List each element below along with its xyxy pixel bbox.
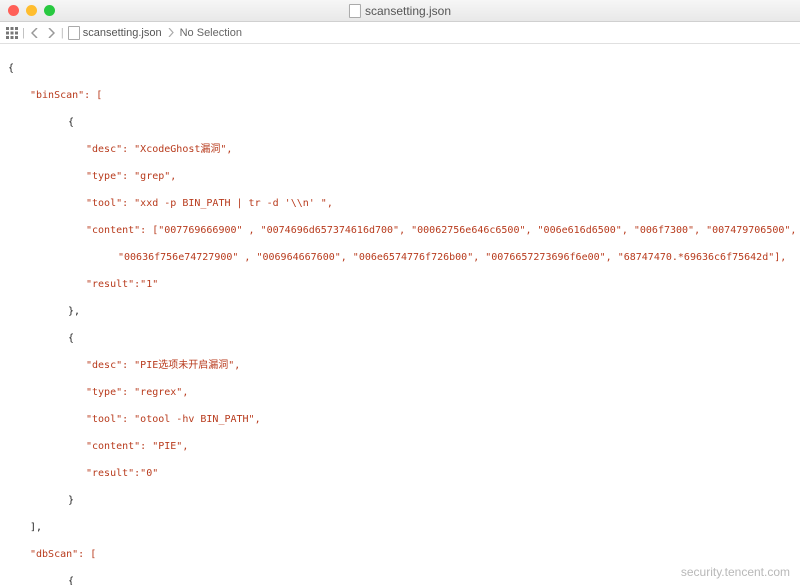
code-line: "content": "PIE", (8, 440, 792, 454)
code-line: "type": "regrex", (8, 386, 792, 400)
code-line: { (8, 62, 792, 76)
nav-back-icon[interactable] (29, 28, 41, 38)
window-title: scansetting.json (349, 4, 451, 18)
code-editor[interactable]: { "binScan": [ { "desc": "XcodeGhost漏洞",… (0, 44, 800, 585)
document-icon (349, 4, 361, 18)
code-line: "result":"1" (8, 278, 792, 292)
window-traffic-lights (8, 5, 55, 16)
jump-bar: | | scansetting.json No Selection (0, 22, 800, 44)
window-titlebar: scansetting.json (0, 0, 800, 22)
code-line: { (8, 116, 792, 130)
nav-forward-icon[interactable] (45, 28, 57, 38)
code-line: { (8, 575, 792, 585)
watermark-text: security.tencent.com (681, 565, 790, 579)
code-line: ], (8, 521, 792, 535)
code-line: } (8, 494, 792, 508)
code-line: "00636f756e74727900" , "006964667600", "… (8, 251, 792, 265)
code-line: "content": ["007769666900" , "0074696d65… (8, 224, 792, 238)
document-icon (68, 26, 80, 40)
close-dot[interactable] (8, 5, 19, 16)
crumb-file[interactable]: scansetting.json (68, 26, 162, 40)
zoom-dot[interactable] (44, 5, 55, 16)
code-line: "result":"0" (8, 467, 792, 481)
code-line: "tool": "xxd -p BIN_PATH | tr -d '\\n' "… (8, 197, 792, 211)
separator: | (22, 27, 25, 39)
code-line: "dbScan": [ (8, 548, 792, 562)
code-line: "desc": "XcodeGhost漏洞", (8, 143, 792, 157)
code-line: "type": "grep", (8, 170, 792, 184)
crumb-selection[interactable]: No Selection (180, 27, 242, 39)
title-text: scansetting.json (365, 4, 451, 18)
minimize-dot[interactable] (26, 5, 37, 16)
crumb-file-label: scansetting.json (83, 27, 162, 39)
related-items-icon[interactable] (6, 27, 18, 39)
code-line: }, (8, 305, 792, 319)
separator: | (61, 27, 64, 39)
code-line: "desc": "PIE选项未开启漏洞", (8, 359, 792, 373)
chevron-right-icon (166, 28, 176, 37)
code-line: { (8, 332, 792, 346)
code-line: "binScan": [ (8, 89, 792, 103)
code-line: "tool": "otool -hv BIN_PATH", (8, 413, 792, 427)
